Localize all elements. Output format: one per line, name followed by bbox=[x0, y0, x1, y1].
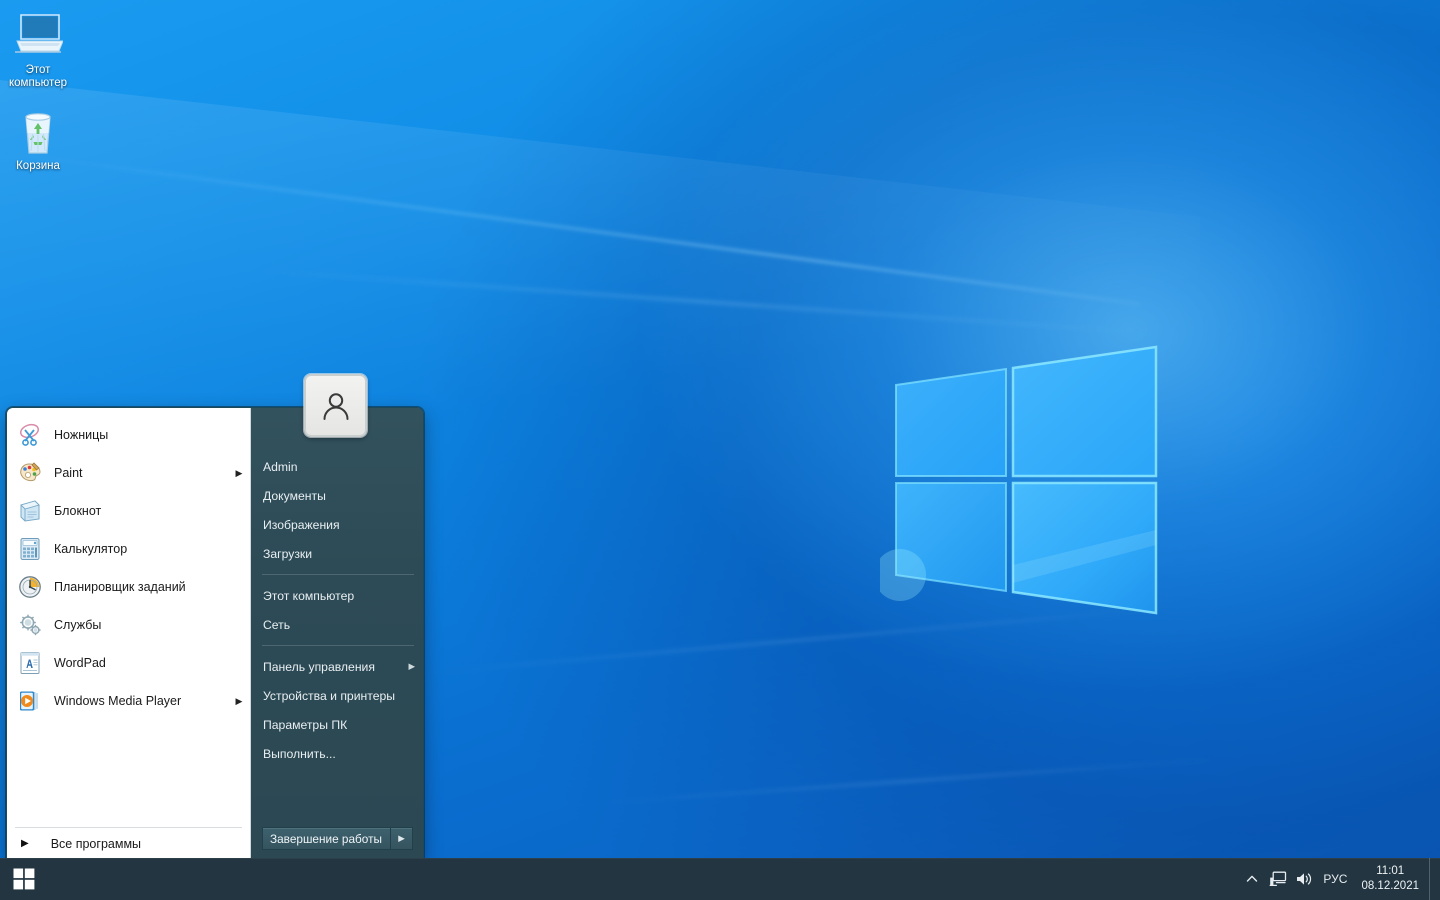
chevron-right-icon: ▶ bbox=[21, 839, 29, 849]
program-label: Windows Media Player bbox=[54, 694, 234, 708]
shutdown-options-arrow[interactable]: ▶ bbox=[391, 827, 413, 850]
user-avatar-icon bbox=[318, 388, 354, 424]
wallpaper-light-streak bbox=[421, 608, 1158, 674]
submenu-arrow: ▶ bbox=[408, 662, 415, 671]
wordpad-icon bbox=[17, 650, 43, 676]
clock-date: 08.12.2021 bbox=[1361, 879, 1419, 894]
submenu-arrow: ▶ bbox=[234, 469, 244, 478]
right-item-label: Панель управления bbox=[263, 660, 408, 674]
right-item-admin[interactable]: Admin bbox=[251, 452, 423, 481]
desktop-screen: Этоткомпьютер Корзина bbox=[0, 0, 1440, 900]
right-item-network[interactable]: Сеть bbox=[251, 610, 423, 639]
taskbar: РУС 11:01 08.12.2021 bbox=[0, 858, 1440, 900]
show-desktop-button[interactable] bbox=[1429, 858, 1438, 900]
wallpaper-light-streak bbox=[251, 269, 1149, 335]
all-programs-label: Все программы bbox=[51, 837, 141, 851]
right-item-downloads[interactable]: Загрузки bbox=[251, 539, 423, 568]
all-programs-button[interactable]: ▶ Все программы bbox=[7, 828, 250, 860]
right-item-control-panel[interactable]: Панель управления ▶ bbox=[251, 652, 423, 681]
right-group-user: Admin Документы Изображения Загрузки bbox=[251, 452, 423, 568]
program-item-wordpad[interactable]: WordPad bbox=[7, 644, 250, 682]
services-icon bbox=[17, 612, 43, 638]
calculator-icon bbox=[17, 536, 43, 562]
program-label: Ножницы bbox=[54, 428, 234, 442]
program-item-notepad[interactable]: Блокнот bbox=[7, 492, 250, 530]
user-avatar[interactable] bbox=[304, 374, 367, 437]
right-item-label: Этот компьютер bbox=[263, 589, 415, 603]
right-item-pc-settings[interactable]: Параметры ПК bbox=[251, 710, 423, 739]
start-menu: Ножницы bbox=[6, 407, 424, 860]
start-menu-right-panel: Admin Документы Изображения Загрузки bbox=[251, 408, 423, 860]
shutdown-button[interactable]: Завершение работы bbox=[262, 827, 391, 850]
program-item-task-scheduler[interactable]: Планировщик заданий bbox=[7, 568, 250, 606]
desktop-icon-this-pc[interactable]: Этоткомпьютер bbox=[0, 12, 76, 90]
right-item-label: Документы bbox=[263, 489, 415, 503]
network-icon bbox=[1269, 871, 1287, 887]
speaker-icon bbox=[1295, 871, 1313, 887]
program-label: WordPad bbox=[54, 656, 234, 670]
right-item-label: Admin bbox=[263, 460, 415, 474]
submenu-arrow: ▶ bbox=[234, 697, 244, 706]
right-item-run[interactable]: Выполнить... bbox=[251, 739, 423, 768]
right-panel-spacer bbox=[251, 768, 423, 827]
notepad-icon bbox=[17, 498, 43, 524]
paint-icon bbox=[17, 460, 43, 486]
computer-icon bbox=[0, 12, 76, 62]
program-label: Службы bbox=[54, 618, 234, 632]
wallpaper-light-streak bbox=[601, 758, 1220, 803]
right-item-label: Параметры ПК bbox=[263, 718, 415, 732]
right-item-label: Выполнить... bbox=[263, 747, 415, 761]
program-label: Планировщик заданий bbox=[54, 580, 234, 594]
right-item-label: Сеть bbox=[263, 618, 415, 632]
right-panel-separator bbox=[262, 574, 414, 575]
right-item-label: Изображения bbox=[263, 518, 415, 532]
desktop-icon-label: Этоткомпьютер bbox=[0, 64, 76, 90]
network-button[interactable] bbox=[1265, 858, 1291, 900]
right-item-label: Загрузки bbox=[263, 547, 415, 561]
desktop-icon-label: Корзина bbox=[0, 160, 76, 173]
right-item-label: Устройства и принтеры bbox=[263, 689, 415, 703]
program-label: Калькулятор bbox=[54, 542, 234, 556]
right-group-system: Этот компьютер Сеть bbox=[251, 581, 423, 639]
right-item-pictures[interactable]: Изображения bbox=[251, 510, 423, 539]
shutdown-row: Завершение работы ▶ bbox=[262, 827, 413, 850]
program-label: Блокнот bbox=[54, 504, 234, 518]
start-button[interactable] bbox=[0, 858, 48, 900]
volume-button[interactable] bbox=[1291, 858, 1317, 900]
right-item-documents[interactable]: Документы bbox=[251, 481, 423, 510]
program-item-calculator[interactable]: Калькулятор bbox=[7, 530, 250, 568]
recycle-bin-icon bbox=[0, 108, 76, 158]
task-scheduler-icon bbox=[17, 574, 43, 600]
program-item-paint[interactable]: Paint ▶ bbox=[7, 454, 250, 492]
program-label: Paint bbox=[54, 466, 234, 480]
language-indicator[interactable]: РУС bbox=[1317, 858, 1355, 900]
pinned-programs-list: Ножницы bbox=[7, 408, 250, 827]
clock-time: 11:01 bbox=[1376, 864, 1404, 879]
system-tray: РУС 11:01 08.12.2021 bbox=[1239, 858, 1440, 900]
desktop-icon-recycle-bin[interactable]: Корзина bbox=[0, 108, 76, 173]
snipping-tool-icon bbox=[17, 422, 43, 448]
program-item-snipping-tool[interactable]: Ножницы bbox=[7, 416, 250, 454]
program-item-services[interactable]: Службы bbox=[7, 606, 250, 644]
windows-logo-icon bbox=[13, 868, 35, 890]
clock[interactable]: 11:01 08.12.2021 bbox=[1355, 858, 1429, 900]
right-panel-separator bbox=[262, 645, 414, 646]
right-group-settings: Панель управления ▶ Устройства и принтер… bbox=[251, 652, 423, 768]
chevron-up-icon bbox=[1245, 872, 1259, 886]
right-item-this-pc[interactable]: Этот компьютер bbox=[251, 581, 423, 610]
start-menu-left-panel: Ножницы bbox=[7, 408, 251, 860]
program-item-media-player[interactable]: Windows Media Player ▶ bbox=[7, 682, 250, 720]
show-hidden-icons-button[interactable] bbox=[1239, 858, 1265, 900]
right-item-devices-and-printers[interactable]: Устройства и принтеры bbox=[251, 681, 423, 710]
media-player-icon bbox=[17, 688, 43, 714]
